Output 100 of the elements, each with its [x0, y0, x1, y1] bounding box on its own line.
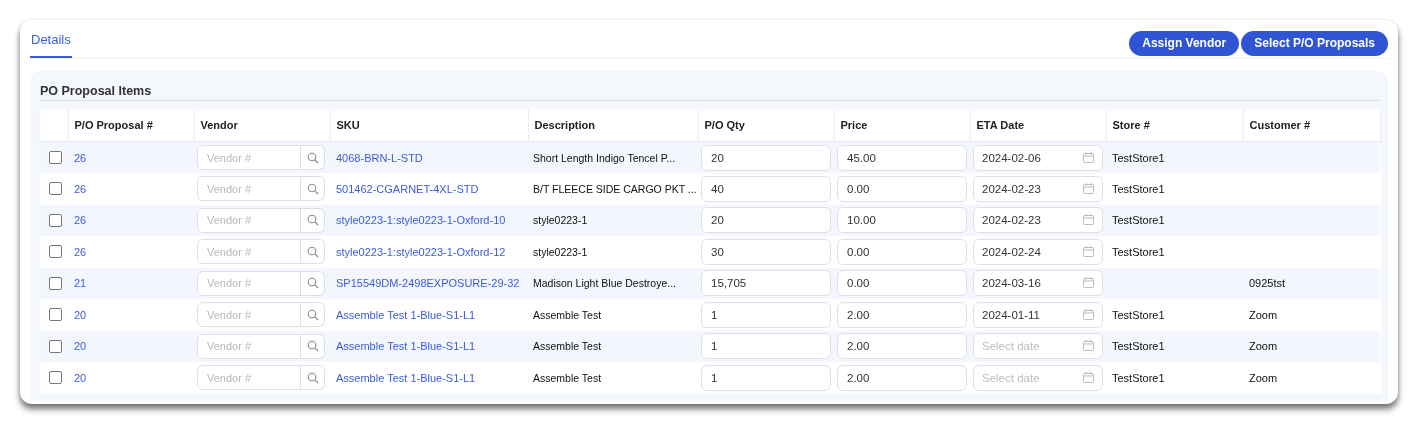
- quantity-field[interactable]: 20: [701, 144, 831, 171]
- column-header: Price: [840, 119, 868, 131]
- price-field[interactable]: 2.00: [837, 333, 967, 360]
- store-text: TestStore1: [1112, 340, 1165, 353]
- calendar-icon: [1083, 245, 1094, 257]
- search-button[interactable]: [301, 239, 325, 265]
- search-button[interactable]: [301, 145, 325, 170]
- quantity-field[interactable]: 1: [701, 301, 831, 328]
- description-text: Assemble Test: [533, 371, 602, 384]
- row-checkbox[interactable]: [49, 151, 62, 164]
- quantity-field[interactable]: 1: [701, 333, 831, 360]
- search-button[interactable]: [301, 333, 325, 359]
- date-field[interactable]: 2024-02-23: [973, 207, 1103, 234]
- row-checkbox[interactable]: [49, 213, 62, 227]
- date-field[interactable]: 2024-02-24: [973, 238, 1103, 265]
- store-text: TestStore1: [1112, 151, 1165, 164]
- vendor-field[interactable]: Vendor #: [197, 176, 301, 202]
- quantity-field[interactable]: 40: [701, 175, 831, 202]
- column-header: Description: [534, 119, 595, 131]
- price-field[interactable]: 45.00: [837, 144, 967, 171]
- row-checkbox[interactable]: [49, 245, 62, 259]
- proposal-link[interactable]: 26: [74, 214, 87, 227]
- description-text: style0223-1: [533, 214, 588, 227]
- quantity-field[interactable]: 20: [701, 207, 831, 234]
- price-field[interactable]: 2.00: [837, 301, 967, 328]
- customer-text: Zoom: [1249, 308, 1278, 321]
- store-text: TestStore1: [1112, 182, 1165, 195]
- proposal-link[interactable]: 26: [74, 151, 87, 164]
- search-button[interactable]: [301, 176, 325, 202]
- description-text: style0223-1: [533, 245, 588, 258]
- proposal-link[interactable]: 26: [74, 245, 87, 258]
- calendar-icon: [1083, 371, 1094, 383]
- vendor-field[interactable]: Vendor #: [197, 365, 301, 391]
- store-text: TestStore1: [1112, 371, 1165, 384]
- description-text: Madison Light Blue Destroye...: [533, 277, 676, 290]
- search-button[interactable]: [301, 270, 325, 296]
- vendor-field[interactable]: Vendor #: [197, 302, 301, 328]
- column-header: ETA Date: [976, 119, 1025, 131]
- sku-link[interactable]: style0223-1:style0223-1-Oxford-12: [336, 245, 506, 258]
- vendor-field[interactable]: Vendor #: [197, 145, 301, 170]
- price-field[interactable]: 2.00: [837, 364, 967, 391]
- vendor-field[interactable]: Vendor #: [197, 239, 301, 265]
- date-field[interactable]: 2024-01-11: [973, 301, 1103, 328]
- vendor-field[interactable]: Vendor #: [197, 270, 301, 296]
- search-icon: [306, 340, 319, 353]
- search-icon: [306, 214, 319, 227]
- column-header: SKU: [336, 119, 360, 131]
- quantity-field[interactable]: 1: [701, 364, 831, 391]
- search-icon: [306, 277, 319, 290]
- action-button[interactable]: Assign Vendor: [1129, 30, 1240, 56]
- store-text: TestStore1: [1112, 308, 1165, 321]
- calendar-icon: [1083, 214, 1094, 226]
- price-field[interactable]: 0.00: [837, 175, 967, 202]
- customer-text: Zoom: [1249, 371, 1278, 384]
- date-field[interactable]: Select date: [973, 333, 1103, 360]
- action-button[interactable]: Select P/O Proposals: [1241, 30, 1388, 56]
- description-text: Assemble Test: [533, 308, 602, 321]
- price-field[interactable]: 0.00: [837, 270, 967, 297]
- sku-link[interactable]: 4068-BRN-L-STD: [336, 151, 423, 164]
- search-icon: [306, 151, 319, 164]
- calendar-icon: [1083, 151, 1094, 163]
- date-field[interactable]: Select date: [973, 364, 1103, 391]
- proposal-link[interactable]: 26: [74, 182, 87, 195]
- search-button[interactable]: [301, 207, 325, 233]
- sku-link[interactable]: Assemble Test 1-Blue-S1-L1: [336, 308, 476, 321]
- calendar-icon: [1083, 277, 1094, 289]
- section-title: PO Proposal Items: [40, 84, 152, 100]
- description-text: B/T FLEECE SIDE CARGO PKT ...: [533, 182, 697, 195]
- proposal-link[interactable]: 20: [74, 371, 87, 384]
- column-header: Vendor: [200, 119, 238, 131]
- search-button[interactable]: [301, 365, 325, 391]
- search-button[interactable]: [301, 302, 325, 328]
- calendar-icon: [1083, 182, 1094, 194]
- search-icon: [306, 371, 319, 384]
- proposal-link[interactable]: 21: [74, 277, 87, 290]
- row-checkbox[interactable]: [49, 182, 62, 196]
- column-header: Store #: [1112, 119, 1150, 131]
- quantity-field[interactable]: 30: [701, 238, 831, 265]
- price-field[interactable]: 10.00: [837, 207, 967, 234]
- customer-text: Zoom: [1249, 340, 1278, 353]
- row-checkbox[interactable]: [49, 339, 62, 353]
- sku-link[interactable]: Assemble Test 1-Blue-S1-L1: [336, 371, 476, 384]
- row-checkbox[interactable]: [49, 308, 62, 322]
- sku-link[interactable]: 501462-CGARNET-4XL-STD: [336, 182, 479, 195]
- proposal-link[interactable]: 20: [74, 308, 87, 321]
- vendor-field[interactable]: Vendor #: [197, 207, 301, 233]
- details-tab[interactable]: Details: [30, 32, 72, 58]
- row-checkbox[interactable]: [49, 276, 62, 290]
- proposal-link[interactable]: 20: [74, 340, 87, 353]
- calendar-icon: [1083, 340, 1094, 352]
- search-icon: [306, 308, 319, 321]
- date-field[interactable]: 2024-02-23: [973, 175, 1103, 202]
- calendar-icon: [1083, 308, 1094, 320]
- date-field[interactable]: 2024-03-16: [973, 270, 1103, 297]
- date-field[interactable]: 2024-02-06: [973, 144, 1103, 171]
- store-text: TestStore1: [1112, 245, 1165, 258]
- vendor-field[interactable]: Vendor #: [197, 333, 301, 359]
- quantity-field[interactable]: 15,705: [701, 270, 831, 297]
- price-field[interactable]: 0.00: [837, 238, 967, 265]
- row-checkbox[interactable]: [49, 371, 62, 385]
